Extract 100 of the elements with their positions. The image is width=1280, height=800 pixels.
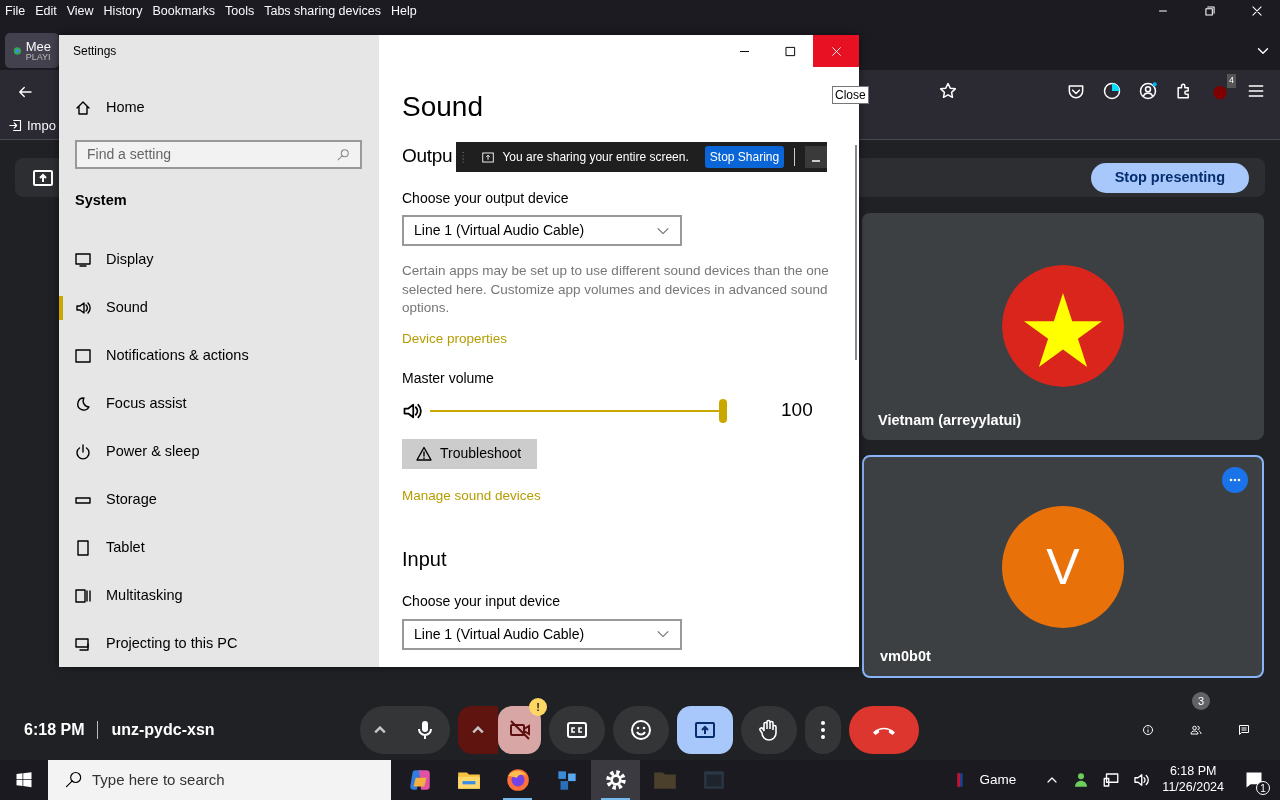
clock-time: 6:18 PM	[1168, 764, 1218, 780]
warning-badge: !	[529, 698, 547, 716]
more-options-button[interactable]	[805, 706, 841, 754]
stop-sharing-button[interactable]: Stop Sharing	[704, 146, 785, 168]
search-placeholder: Find a setting	[87, 145, 172, 164]
nav-item[interactable]: Display	[59, 236, 379, 284]
section-heading: System	[74, 191, 128, 211]
nav-item[interactable]: Multitasking	[59, 572, 379, 620]
news-widget[interactable]: Game	[979, 769, 1017, 791]
tab-title: Mee	[25, 39, 51, 53]
dropdown-value: Line 1 (Virtual Audio Cable)	[414, 221, 585, 240]
reaction-button[interactable]	[613, 706, 669, 754]
search-field[interactable]: Type here to search	[48, 760, 391, 800]
participant-name: vm0b0t	[880, 647, 931, 667]
restore-icon	[1202, 4, 1217, 18]
device-dropdown[interactable]: Line 1 (Virtual Audio Cable)	[402, 618, 682, 650]
dropdown-value: Line 1 (Virtual Audio Cable)	[414, 624, 585, 644]
tab-status: PLAYI	[25, 52, 51, 62]
window-title: Settings	[72, 43, 118, 60]
nav-item[interactable]: Power & sleep	[59, 428, 379, 476]
menu-item[interactable]: View	[61, 1, 99, 21]
present-button[interactable]	[677, 706, 733, 754]
clock[interactable]: 6:18 PM 11/26/2024	[1162, 764, 1224, 796]
tooltip: Close	[832, 86, 869, 104]
nav-item[interactable]: Sound	[59, 284, 379, 332]
troubleshoot-button[interactable]: Troubleshoot	[402, 438, 538, 469]
home-icon	[75, 100, 91, 116]
home-link[interactable]: Home	[59, 92, 379, 124]
nav-item[interactable]: Focus assist	[59, 380, 379, 428]
maximize-icon	[784, 45, 796, 57]
menu-item[interactable]: File	[0, 1, 31, 21]
count-badge: 3	[1192, 692, 1210, 710]
speaker-icon	[75, 300, 91, 316]
notification-icon[interactable]	[1244, 770, 1264, 791]
raise-hand-button[interactable]	[741, 706, 797, 754]
multitasking-icon	[75, 588, 91, 604]
minimize-button[interactable]	[805, 146, 827, 168]
nav-item[interactable]: Projecting to this PC	[59, 620, 379, 667]
account-icon[interactable]	[1138, 81, 1158, 101]
participant-name: Vietnam (arreyylatui)	[878, 411, 1022, 431]
participant-tile[interactable]: Vietnam (arreyylatui)	[862, 213, 1264, 440]
phone-icon	[873, 725, 895, 735]
volume-thumb[interactable]	[719, 398, 727, 423]
field-label: Master volume	[402, 368, 495, 388]
menu-item[interactable]: Tabs sharing devices	[259, 1, 386, 21]
share-screen-icon	[482, 149, 495, 165]
stop-presenting-button[interactable]: Stop presenting	[1090, 162, 1249, 193]
volume-reading: 100	[781, 398, 813, 423]
menu-item[interactable]: Bookmarks	[147, 1, 220, 21]
search-placeholder: Type here to search	[92, 769, 225, 790]
meeting-code: unz-pydc-xsn	[111, 720, 215, 740]
pie-chart-icon[interactable]	[1102, 81, 1122, 101]
avatar-initial: V	[1002, 506, 1124, 628]
help-text: Certain apps may be set up to use different sound devices than the one selected here. Customize app volumes and devices in advanced sound options.	[402, 262, 829, 317]
page-title: Sound	[402, 90, 484, 124]
caret-icon	[374, 726, 386, 734]
count-badge: 1	[1256, 781, 1270, 796]
scrollbar[interactable]	[855, 145, 857, 360]
speaker-icon[interactable]	[1132, 771, 1151, 789]
import-icon	[8, 118, 23, 133]
section-heading: Outpu	[402, 145, 453, 166]
message-icon	[75, 348, 91, 364]
field-label: Choose your input device	[402, 591, 561, 611]
camera-off-icon	[507, 718, 532, 742]
menu-item[interactable]: Edit	[30, 1, 62, 21]
menu-item[interactable]: Help	[385, 1, 422, 21]
nav-item[interactable]: Storage	[59, 476, 379, 524]
warning-icon	[416, 445, 432, 462]
close-icon	[1249, 4, 1264, 18]
leave-call-button[interactable]	[849, 706, 919, 754]
projector-icon	[75, 636, 91, 652]
menu-item[interactable]: History	[98, 1, 148, 21]
search-field[interactable]: Find a setting	[75, 140, 362, 169]
drag-handle-icon[interactable]	[460, 149, 467, 165]
menu-item[interactable]: Tools	[220, 1, 260, 21]
search-icon	[336, 147, 350, 162]
microphone-button[interactable]	[400, 706, 450, 754]
section-heading: Input	[402, 546, 448, 572]
monitor-icon	[75, 252, 91, 268]
nav-item[interactable]: Tablet	[59, 524, 379, 572]
star-icon[interactable]	[938, 81, 958, 101]
bookmark-link[interactable]: Impo	[27, 115, 56, 136]
device-dropdown[interactable]: Line 1 (Virtual Audio Cable)	[402, 215, 682, 246]
more-icon	[821, 721, 825, 739]
search-icon	[64, 770, 84, 790]
camera-button[interactable]	[498, 706, 541, 754]
clock-date: 11/26/2024	[1162, 780, 1224, 796]
power-icon	[75, 444, 91, 460]
network-icon[interactable]	[1102, 771, 1121, 789]
sharing-message: You are sharing your entire screen.	[502, 149, 689, 166]
nav-item[interactable]: Notifications & actions	[59, 332, 379, 380]
captions-button[interactable]	[549, 706, 605, 754]
caret-icon	[472, 726, 484, 734]
participant-tile[interactable]: V vm0b0t	[862, 455, 1264, 678]
meeting-time: 6:18 PM	[24, 720, 85, 740]
browser-tab[interactable]: Mee PLAYI	[5, 33, 59, 68]
taskbar-app[interactable]	[591, 760, 640, 800]
browser-globe-icon	[504, 767, 531, 793]
moon-icon	[75, 396, 91, 412]
windows-logo-icon	[15, 771, 33, 789]
